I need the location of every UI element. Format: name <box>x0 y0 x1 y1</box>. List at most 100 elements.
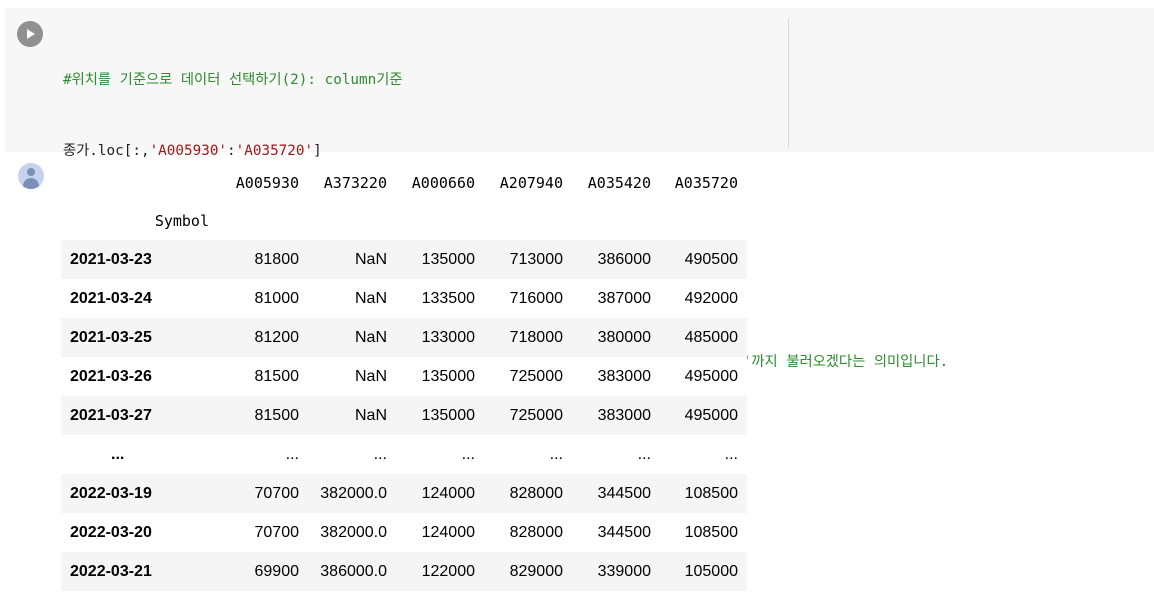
code-string: 'A035720' <box>235 142 314 159</box>
table-cell: 829000 <box>509 562 563 580</box>
table-cell: 124000 <box>421 484 475 502</box>
table-cell: 81500 <box>254 367 300 385</box>
table-cell: 81500 <box>254 406 300 424</box>
table-cell: 108500 <box>684 523 738 541</box>
table-cell: 383000 <box>597 406 651 424</box>
row-index: 2021-03-27 <box>70 406 152 424</box>
index-name: Symbol <box>154 212 209 230</box>
table-cell: 386000.0 <box>320 562 387 580</box>
table-cell: NaN <box>354 250 387 268</box>
table-cell: NaN <box>354 406 387 424</box>
avatar-shoulders <box>23 178 39 189</box>
table-cell: 344500 <box>597 523 651 541</box>
table-cell: 725000 <box>509 367 563 385</box>
table-cell: NaN <box>354 328 387 346</box>
column-header-row: A005930 A373220 A000660 A207940 A035420 … <box>61 163 747 202</box>
table-row: 2021-03-26 81500 NaN 135000 725000 38300… <box>61 357 747 396</box>
table-cell: 70700 <box>254 484 300 502</box>
table-row: 2022-03-20 70700 382000.0 124000 828000 … <box>61 513 747 552</box>
table-cell: 828000 <box>509 523 563 541</box>
table-cell: 70700 <box>254 523 300 541</box>
table-cell: 81800 <box>254 250 300 268</box>
column-header: A035720 <box>674 173 738 192</box>
table-cell: 105000 <box>684 562 738 580</box>
table-row: 2021-03-27 81500 NaN 135000 725000 38300… <box>61 396 747 435</box>
row-index: 2022-03-19 <box>70 484 152 502</box>
play-icon <box>27 29 35 39</box>
avatar-head <box>27 168 35 176</box>
dataframe-output: A005930 A373220 A000660 A207940 A035420 … <box>61 163 747 591</box>
row-index: 2021-03-24 <box>70 289 152 307</box>
code-string: 'A005930' <box>149 142 228 159</box>
table-cell: NaN <box>354 367 387 385</box>
empty-header-cell <box>572 202 660 240</box>
code-token: : <box>227 142 236 159</box>
table-cell: 495000 <box>684 367 738 385</box>
index-name-row: Symbol <box>61 202 747 240</box>
table-cell: 81200 <box>254 328 300 346</box>
table-cell: 81000 <box>254 289 300 307</box>
table-cell: 69900 <box>254 562 300 580</box>
table-cell: 135000 <box>421 406 475 424</box>
empty-header-cell <box>484 202 572 240</box>
column-header: A000660 <box>411 173 475 192</box>
table-cell: 382000.0 <box>320 484 387 502</box>
table-row: 2022-03-19 70700 382000.0 124000 828000 … <box>61 474 747 513</box>
run-cell-button[interactable] <box>17 21 43 47</box>
code-cell[interactable]: #위치를 기준으로 데이터 선택하기(2): column기준 종가.loc[:… <box>5 8 1154 370</box>
table-cell: NaN <box>354 289 387 307</box>
table-row: 2022-03-21 69900 386000.0 122000 829000 … <box>61 552 747 591</box>
table-cell: 124000 <box>421 523 475 541</box>
code-line-1: #위치를 기준으로 데이터 선택하기(2): column기준 <box>63 72 403 88</box>
row-index: 2021-03-26 <box>70 367 152 385</box>
table-cell: 387000 <box>597 289 651 307</box>
table-cell: ... <box>549 445 563 463</box>
code-token: ] <box>313 142 322 159</box>
table-cell: 383000 <box>597 367 651 385</box>
table-cell: ... <box>285 445 299 463</box>
ellipsis-row: ... ... ... ... ... ... ... <box>61 435 747 474</box>
table-cell: 135000 <box>421 367 475 385</box>
table-cell: 485000 <box>684 328 738 346</box>
table-cell: 495000 <box>684 406 738 424</box>
column-header: A005930 <box>235 173 299 192</box>
table-cell: 492000 <box>684 289 738 307</box>
table-cell: 386000 <box>597 250 651 268</box>
table-cell: 339000 <box>597 562 651 580</box>
column-header: A207940 <box>499 173 563 192</box>
row-index: 2021-03-23 <box>70 250 152 268</box>
table-cell: 725000 <box>509 406 563 424</box>
empty-header-cell <box>396 202 484 240</box>
row-index: ... <box>111 445 125 463</box>
corner-cell <box>61 163 225 202</box>
table-cell: 133000 <box>421 328 475 346</box>
empty-header-cell <box>660 202 747 240</box>
empty-header-cell <box>225 202 308 240</box>
row-index: 2022-03-20 <box>70 523 152 541</box>
table-cell: 380000 <box>597 328 651 346</box>
table-cell: 382000.0 <box>320 523 387 541</box>
row-index: 2022-03-21 <box>70 562 152 580</box>
table-cell: ... <box>461 445 475 463</box>
table-cell: 108500 <box>684 484 738 502</box>
table-cell: 718000 <box>509 328 563 346</box>
column-header: A373220 <box>323 173 387 192</box>
table-cell: 828000 <box>509 484 563 502</box>
row-index: 2021-03-25 <box>70 328 152 346</box>
table-cell: ... <box>724 445 738 463</box>
table-cell: 716000 <box>509 289 563 307</box>
output-avatar-icon <box>18 163 44 189</box>
table-cell: ... <box>637 445 651 463</box>
code-line-2: 종가.loc[:,'A005930':'A035720'] <box>63 140 948 164</box>
table-cell: 135000 <box>421 250 475 268</box>
column-header: A035420 <box>587 173 651 192</box>
code-token: 종가.loc[:, <box>63 142 150 159</box>
table-cell: 490500 <box>684 250 738 268</box>
table-row: 2021-03-23 81800 NaN 135000 713000 38600… <box>61 240 747 279</box>
table-row: 2021-03-24 81000 NaN 133500 716000 38700… <box>61 279 747 318</box>
table-cell: 713000 <box>509 250 563 268</box>
table-cell: 122000 <box>421 562 475 580</box>
table-cell: ... <box>373 445 387 463</box>
table-row: 2021-03-25 81200 NaN 133000 718000 38000… <box>61 318 747 357</box>
empty-header-cell <box>308 202 396 240</box>
